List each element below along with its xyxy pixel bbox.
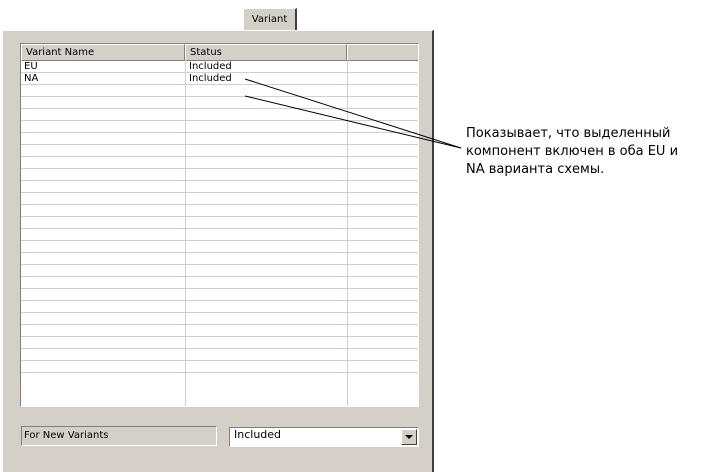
table-row-empty[interactable] xyxy=(21,157,418,169)
table-row-empty[interactable] xyxy=(21,361,418,373)
callout-text: Показывает, что выделенный компонент вкл… xyxy=(466,126,679,177)
table-row-empty[interactable] xyxy=(21,253,418,265)
table-row-empty[interactable] xyxy=(21,265,418,277)
table-row-empty[interactable] xyxy=(21,229,418,241)
variant-grid[interactable]: Variant Name Status EU Included NA Inclu… xyxy=(20,43,419,407)
column-header-status[interactable]: Status xyxy=(185,44,347,61)
table-row-empty[interactable] xyxy=(21,337,418,349)
table-row-empty[interactable] xyxy=(21,97,418,109)
table-row-empty[interactable] xyxy=(21,217,418,229)
grid-rows: EU Included NA Included xyxy=(21,61,418,373)
table-row-empty[interactable] xyxy=(21,325,418,337)
table-row-empty[interactable] xyxy=(21,169,418,181)
chevron-down-icon[interactable] xyxy=(401,429,417,445)
status-cell[interactable]: Included xyxy=(186,73,347,84)
table-row-empty[interactable] xyxy=(21,289,418,301)
table-row-empty[interactable] xyxy=(21,109,418,121)
column-divider xyxy=(347,61,348,406)
table-row[interactable]: NA Included xyxy=(21,73,418,85)
new-variants-status-value: Included xyxy=(234,428,282,441)
column-header-variant-name[interactable]: Variant Name xyxy=(21,44,185,61)
table-row-empty[interactable] xyxy=(21,145,418,157)
variant-name-cell: NA xyxy=(24,73,39,84)
column-header-extra[interactable] xyxy=(347,44,418,61)
column-divider xyxy=(185,61,186,406)
table-row-empty[interactable] xyxy=(21,349,418,361)
table-row-empty[interactable] xyxy=(21,205,418,217)
table-row-empty[interactable] xyxy=(21,313,418,325)
table-row-empty[interactable] xyxy=(21,241,418,253)
tab-variant-label: Variant xyxy=(251,14,288,25)
status-cell[interactable]: Included xyxy=(186,61,347,72)
table-row-empty[interactable] xyxy=(21,181,418,193)
table-row[interactable]: EU Included xyxy=(21,61,418,73)
table-row-empty[interactable] xyxy=(21,121,418,133)
new-variants-status-select[interactable]: Included xyxy=(229,427,419,447)
table-row-empty[interactable] xyxy=(21,85,418,97)
table-row-empty[interactable] xyxy=(21,193,418,205)
for-new-variants-label: For New Variants xyxy=(21,426,217,446)
table-row-empty[interactable] xyxy=(21,301,418,313)
table-row-empty[interactable] xyxy=(21,133,418,145)
tab-variant[interactable]: Variant xyxy=(243,8,297,30)
variant-name-cell: EU xyxy=(24,61,38,72)
table-row-empty[interactable] xyxy=(21,277,418,289)
